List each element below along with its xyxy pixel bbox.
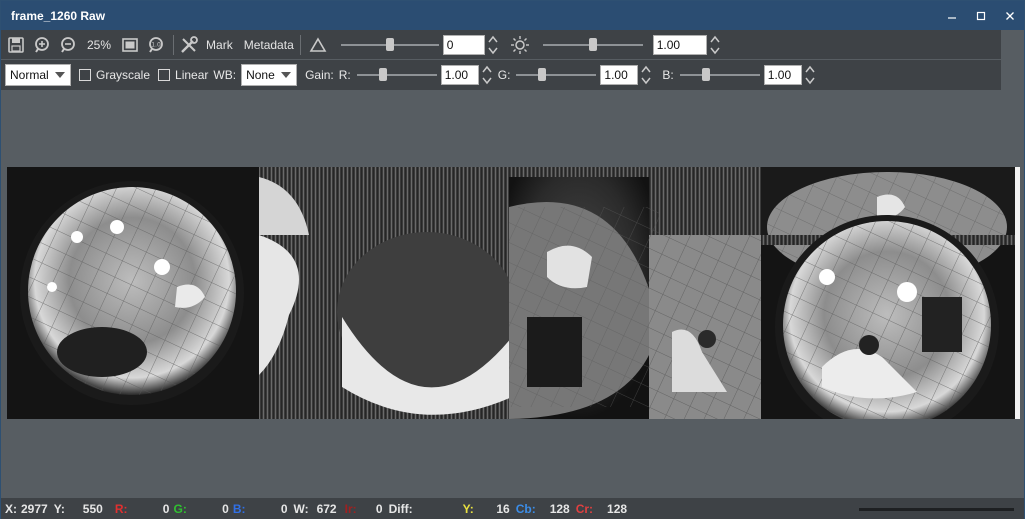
status-cb-value: 128: [549, 501, 570, 516]
close-button[interactable]: [995, 1, 1024, 30]
zoom-out-icon: [61, 36, 75, 53]
gain-b-slider-thumb[interactable]: [701, 68, 710, 81]
gain-b-slider[interactable]: [679, 65, 760, 85]
chevron-down-icon: [281, 72, 292, 78]
brightness-slider-thumb[interactable]: [588, 37, 597, 51]
brightness-slider[interactable]: [542, 35, 643, 55]
actual-size-button[interactable]: 1.0: [145, 34, 167, 56]
brightness-icon-wrap: [509, 34, 531, 56]
status-y-value: 550: [82, 501, 103, 516]
toolbar-separator: [299, 34, 301, 55]
gain-g-input[interactable]: 1.00: [600, 65, 639, 85]
svg-text:1.0: 1.0: [151, 41, 161, 48]
window-title: frame_1260 Raw: [11, 8, 106, 23]
gain-r-spinner[interactable]: [481, 64, 493, 86]
wb-label: WB:: [213, 68, 237, 82]
status-ir-value: 0: [375, 501, 383, 516]
status-x-value: 2977: [21, 501, 48, 516]
spinner-arrows-icon: [482, 65, 492, 85]
linear-label: Linear: [175, 68, 209, 82]
gain-g-slider[interactable]: [516, 65, 597, 85]
brightness-value-input[interactable]: 1.00: [652, 34, 707, 55]
zoom-out-button[interactable]: [57, 34, 79, 56]
tools-icon: [181, 35, 198, 53]
status-progress-bar: [859, 508, 1014, 511]
toolbar-main: 25% 1.0 Mark Metadata 0 1.00: [1, 30, 1001, 59]
contrast-spinner[interactable]: [487, 34, 499, 56]
status-w-value: 672: [316, 501, 337, 516]
status-r-label: R:: [114, 501, 128, 516]
contrast-slider-thumb[interactable]: [385, 37, 394, 51]
status-x-label: X:: [5, 501, 17, 516]
status-cr-value: 128: [607, 501, 628, 516]
display-mode-select[interactable]: Normal: [5, 64, 71, 86]
brightness-icon: [510, 35, 529, 54]
mark-button[interactable]: Mark: [206, 38, 233, 52]
gain-g-spinner[interactable]: [640, 64, 652, 86]
zoom-in-icon: [35, 36, 49, 53]
window-controls: [937, 1, 1024, 30]
gain-g-slider-thumb[interactable]: [538, 68, 547, 81]
close-icon: [1005, 11, 1014, 20]
status-yy-label: Y:: [462, 501, 474, 516]
zoom-level: 25%: [87, 37, 112, 52]
minimize-icon: [947, 16, 956, 19]
gain-label: Gain:: [305, 68, 334, 82]
toolbar-separator: [173, 34, 175, 55]
gain-b-spinner[interactable]: [804, 64, 816, 86]
white-balance-value: None: [246, 68, 275, 82]
raw-image: [7, 167, 1020, 419]
maximize-button[interactable]: [966, 1, 995, 30]
save-button[interactable]: [5, 34, 27, 56]
fit-window-button[interactable]: [119, 34, 141, 56]
contrast-value-input[interactable]: 0: [442, 34, 485, 55]
status-yy-value: 16: [496, 501, 510, 516]
status-g-value: 0: [222, 501, 229, 516]
status-g-label: G:: [173, 501, 187, 516]
status-cb-label: Cb:: [515, 501, 536, 516]
brightness-spinner[interactable]: [709, 34, 721, 56]
spinner-arrows-icon: [488, 35, 498, 54]
status-w-label: W:: [293, 501, 309, 516]
toolbar-adjust: Normal Grayscale Linear WB: None Gain: R…: [1, 60, 1001, 90]
contrast-icon: [309, 36, 327, 52]
status-diff-label: Diff:: [388, 501, 413, 516]
status-cr-label: Cr:: [575, 501, 594, 516]
status-r-value: 0: [162, 501, 170, 516]
status-b-value: 0: [280, 501, 288, 516]
status-ir-label: Ir:: [344, 501, 357, 516]
gain-r-slider[interactable]: [356, 65, 437, 85]
save-icon: [8, 36, 24, 53]
actual-size-icon: 1.0: [149, 36, 163, 53]
gain-r-input[interactable]: 1.00: [440, 65, 479, 85]
status-bar: X: 2977 Y: 550 R: 0 G: 0 B: 0 W: 672 Ir:…: [1, 498, 1024, 519]
linear-checkbox[interactable]: [158, 69, 171, 81]
raw-image-viewport[interactable]: [7, 167, 1020, 419]
gain-b-input[interactable]: 1.00: [763, 65, 802, 85]
raw-viewer-window: frame_1260 Raw 25% 1.0 Mark Metadata 0 1…: [0, 0, 1025, 519]
maximize-icon: [976, 11, 985, 20]
white-balance-select[interactable]: None: [241, 64, 298, 86]
grayscale-checkbox[interactable]: [79, 69, 91, 81]
gain-r-label: R:: [338, 68, 351, 82]
spinner-arrows-icon: [805, 65, 815, 85]
title-bar[interactable]: frame_1260 Raw: [1, 1, 1024, 30]
gain-b-label: B:: [662, 68, 674, 82]
gain-r-slider-thumb[interactable]: [378, 68, 387, 81]
spinner-arrows-icon: [710, 35, 720, 54]
chevron-down-icon: [55, 72, 65, 78]
gain-g-label: G:: [497, 68, 511, 82]
display-mode-value: Normal: [10, 68, 49, 82]
contrast-icon-wrap: [307, 34, 329, 56]
status-y-label: Y:: [53, 501, 65, 516]
minimize-button[interactable]: [937, 1, 966, 30]
tools-button[interactable]: [178, 34, 200, 56]
spinner-arrows-icon: [641, 65, 652, 85]
grayscale-label: Grayscale: [96, 68, 151, 82]
metadata-button[interactable]: Metadata: [244, 38, 294, 52]
zoom-in-button[interactable]: [31, 34, 53, 56]
fit-window-icon: [122, 37, 138, 52]
status-b-label: B:: [232, 501, 246, 516]
contrast-slider[interactable]: [340, 35, 439, 55]
